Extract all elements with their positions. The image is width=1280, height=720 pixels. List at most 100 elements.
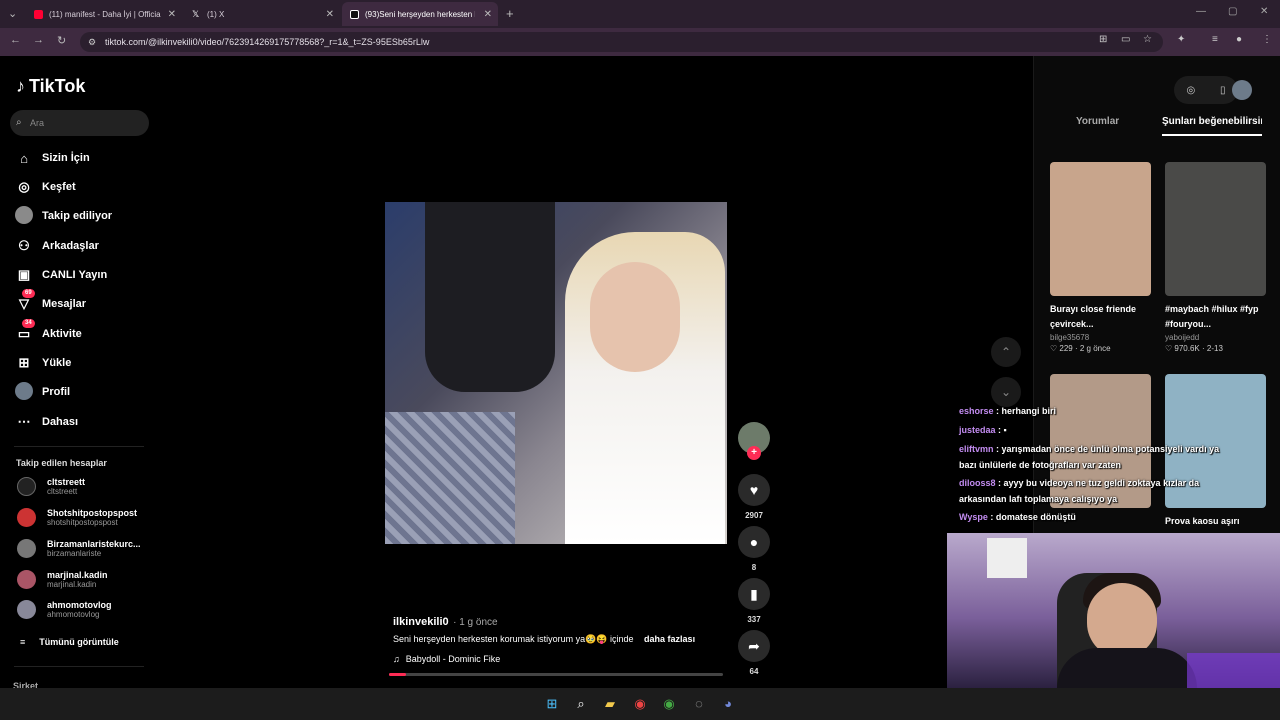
reading-list-icon[interactable]: ≡ — [1212, 34, 1218, 45]
chat-text: bazı ünlülerle de fotoğrafları var zaten — [959, 460, 1122, 470]
file-explorer-icon[interactable]: ▰ — [601, 695, 619, 713]
chrome-icon[interactable]: ◉ — [631, 695, 649, 713]
progress-fill — [389, 673, 406, 676]
following-account[interactable]: cltstreett cltstreett — [17, 474, 85, 498]
forward-icon[interactable]: → — [33, 34, 44, 46]
tab-comments[interactable]: Yorumlar — [1076, 116, 1119, 127]
following-account[interactable]: ahmomotovlog ahmomotovlog — [17, 597, 112, 621]
reload-icon[interactable]: ↻ — [57, 34, 66, 47]
following-account[interactable]: Shotshitpostopspost shotshitpostopspost — [17, 505, 137, 529]
description-text: Seni herşeyden herkesten korumak istiyor… — [393, 634, 634, 644]
card-title: Burayı close friende çevircek... — [1050, 304, 1137, 329]
nav-label: Mesajlar — [42, 298, 87, 310]
close-icon[interactable]: ✕ — [168, 9, 176, 20]
avatar — [17, 599, 36, 619]
video-frame-face — [590, 262, 680, 372]
search-input[interactable]: ⌕ Ara — [10, 110, 149, 136]
tab-suggested[interactable]: Şunları beğenebilirsin — [1162, 116, 1262, 127]
chat-text: herhangi biri — [1001, 406, 1057, 416]
next-video-button[interactable]: ⌄ — [991, 377, 1021, 407]
comment-count: 8 — [751, 563, 757, 572]
tab-title: (11) manifest - Daha İyi | Officia — [49, 9, 161, 19]
site-info-icon[interactable]: ⚙ — [88, 32, 96, 52]
suggested-video-card[interactable]: #maybach #hilux #fyp #fouryou... yaboije… — [1165, 162, 1266, 353]
back-icon[interactable]: ← — [10, 34, 21, 46]
avatar — [17, 476, 36, 496]
extensions-icon[interactable]: ✦ — [1177, 34, 1185, 45]
prev-video-button[interactable]: ⌃ — [991, 337, 1021, 367]
nav-label: Aktivite — [42, 328, 82, 340]
maximize-icon[interactable]: ▢ — [1228, 6, 1237, 17]
device-icon[interactable]: ▯ — [1220, 85, 1226, 96]
nav-label: Keşfet — [42, 181, 76, 193]
see-all-link[interactable]: ≡ Tümünü görüntüle — [20, 637, 119, 647]
bookmark-icon: ▮ — [738, 578, 770, 610]
chat-message: dilooss8 : ayyy bu videoya ne tuz geldi … — [959, 478, 1200, 488]
following-account[interactable]: Birzamanlaristekurc... birzamanlariste — [17, 536, 141, 560]
translate-icon[interactable]: ⊞ — [1099, 34, 1107, 45]
nav-live[interactable]: ▣ CANLI Yayın — [14, 265, 107, 285]
nav-explore[interactable]: ◎ Keşfet — [14, 177, 76, 197]
share-button[interactable]: ➦ 64 — [738, 630, 770, 676]
nav-for-you[interactable]: ⌂ Sizin İçin — [14, 148, 90, 168]
search-icon[interactable]: ⌕ — [572, 695, 590, 713]
card-date: 2 g önce — [1079, 344, 1111, 353]
account-name: ahmomotovlog — [47, 599, 112, 610]
nav-profile[interactable]: Profil — [14, 381, 70, 402]
tiktok-logo[interactable]: ♪ TikTok — [16, 76, 85, 97]
video-description: Seni herşeyden herkesten korumak istiyor… — [393, 634, 733, 645]
close-icon[interactable]: ✕ — [326, 9, 334, 20]
new-tab-icon[interactable]: + — [506, 6, 514, 21]
discord-icon[interactable]: ◕ — [719, 695, 737, 713]
menu-icon[interactable]: ⋮ — [1262, 34, 1272, 45]
url-field[interactable]: ⚙ tiktok.com/@ilkinvekili0/video/7623914… — [80, 32, 1163, 52]
follow-plus-icon[interactable]: + — [747, 446, 761, 460]
chat-message: justedaa : ▪ — [959, 425, 1007, 435]
card-user: yaboijedd — [1165, 333, 1200, 342]
window-close-icon[interactable]: ✕ — [1260, 6, 1268, 17]
browser-tab-1[interactable]: (11) manifest - Daha İyi | Officia ✕ — [26, 2, 182, 26]
tab-search-icon[interactable]: ⌄ — [8, 7, 17, 20]
card-meta: ♡ 229 · 2 g önce — [1050, 344, 1111, 353]
account-name: Birzamanlaristekurc... — [47, 538, 141, 549]
nav-activity[interactable]: ▭ 34 Aktivite — [14, 319, 82, 344]
like-button[interactable]: ♥ 2907 — [738, 474, 770, 520]
nav-messages[interactable]: ▽ 69 Mesajlar — [14, 289, 87, 314]
windows-start-icon[interactable]: ⊞ — [543, 695, 561, 713]
author-name[interactable]: ilkinvekili0 — [393, 616, 449, 628]
tiktok-note-icon: ♪ — [16, 76, 25, 96]
browser-tab-2[interactable]: 𝕏 (1) X ✕ — [184, 2, 340, 26]
chat-message: Wyspe : domatese dönüştü — [959, 512, 1076, 522]
profile-avatar-icon[interactable]: ● — [1236, 34, 1242, 45]
compass-icon[interactable]: ◎ — [1186, 85, 1195, 96]
nav-more[interactable]: ⋯ Dahası — [14, 412, 79, 432]
video-player[interactable] — [385, 202, 727, 544]
bookmark-star-icon[interactable]: ☆ — [1143, 34, 1152, 45]
obs-icon[interactable]: ◌ — [690, 695, 708, 713]
browser-tab-3[interactable]: (93)Seni herşeyden herkesten k ✕ — [342, 2, 498, 26]
chrome-icon[interactable]: ◉ — [660, 695, 678, 713]
nav-upload[interactable]: ⊞ Yükle — [14, 353, 72, 373]
close-icon[interactable]: ✕ — [484, 9, 492, 20]
video-progress-bar[interactable] — [389, 673, 723, 676]
nav-following[interactable]: Takip ediliyor — [14, 205, 112, 226]
comment-button[interactable]: ● 8 — [738, 526, 770, 572]
suggested-video-card[interactable]: Burayı close friende çevircek... bilge35… — [1050, 162, 1151, 353]
messages-badge: 69 — [22, 289, 35, 298]
cast-icon[interactable]: ▭ — [1121, 34, 1130, 45]
user-avatar[interactable] — [1232, 80, 1252, 100]
chevron-down-icon: ⌄ — [991, 377, 1021, 407]
music-link[interactable]: ♫ Babydoll - Dominic Fike — [393, 654, 500, 664]
save-button[interactable]: ▮ 337 — [738, 578, 770, 624]
minimize-icon[interactable]: — — [1196, 6, 1206, 17]
chat-text: arkasından lafı toplamaya calışıyo ya — [959, 494, 1118, 504]
search-icon: ⌕ — [16, 117, 22, 128]
following-account[interactable]: marjinal.kadin marjinal.kadin — [17, 567, 108, 591]
save-count: 337 — [747, 615, 761, 624]
address-bar: ← → ↻ ⚙ tiktok.com/@ilkinvekili0/video/7… — [0, 28, 1280, 56]
avatar — [17, 569, 36, 589]
nav-friends[interactable]: ⚇ Arkadaşlar — [14, 236, 99, 256]
tab-title: (93)Seni herşeyden herkesten k — [365, 9, 475, 19]
more-link[interactable]: daha fazlası — [644, 634, 695, 644]
divider — [14, 666, 144, 667]
